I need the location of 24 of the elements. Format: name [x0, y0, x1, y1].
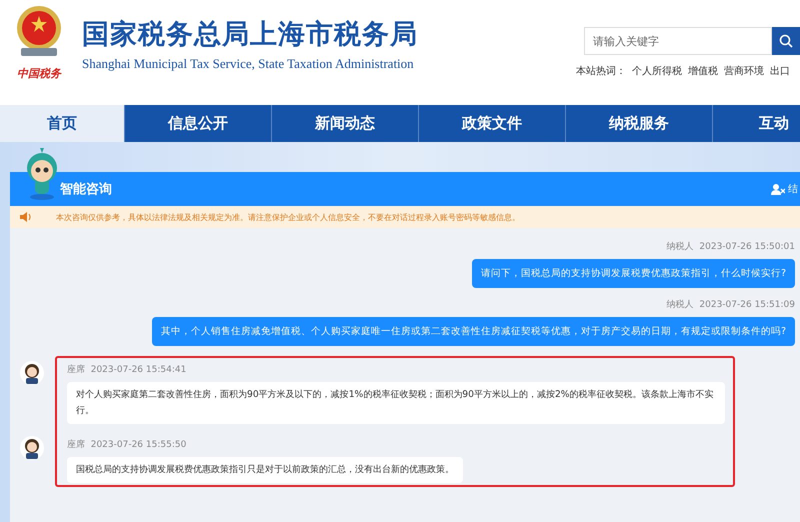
- search-button[interactable]: [772, 27, 800, 55]
- site-subtitle: Shanghai Municipal Tax Service, State Taxation Administration: [82, 56, 415, 72]
- nav-tab[interactable]: 首页: [0, 105, 125, 142]
- search-field[interactable]: 请输入关键字: [584, 27, 772, 55]
- hot-word-link[interactable]: 增值税: [688, 64, 718, 78]
- hot-word-link[interactable]: 出口: [770, 64, 790, 78]
- agent-message: 对个人购买家庭第二套改善性住房，面积为90平方米及以下的，减按1%的税率征收契税；面积为90平方米以上的，减按2%的税率征收契税。该条款上海市不实行。: [67, 382, 725, 424]
- notice-text: 本次咨询仅供参考，具体以法律法规及相关规定为准。请注意保护企业或个人信息安全，不要在对话过程录入账号密码等敏感信息。: [56, 212, 520, 222]
- user-remove-icon: [771, 184, 785, 194]
- hot-word-link[interactable]: 个人所得税: [632, 64, 682, 78]
- site-title: 国家税务总局上海市税务局: [82, 18, 418, 52]
- logo-text: 中国税务: [17, 66, 61, 81]
- agent-message: 国税总局的支持协调发展税费优惠政策指引只是对于以前政策的汇总，没有出台新的优惠政策。: [67, 457, 463, 483]
- message-meta: 纳税人 2023-07-26 15:51:09: [666, 298, 795, 311]
- speaker-icon: [20, 212, 32, 222]
- message-meta: 纳税人 2023-07-26 15:50:01: [666, 240, 795, 253]
- user-message: 其中，个人销售住房减免增值税、个人购买家庭唯一住房或第二套改善性住房减征契税等优惠，对于房产交易的日期，有规定或限制条件的吗?: [152, 317, 795, 346]
- user-message: 请问下，国税总局的支持协调发展税费优惠政策指引，什么时候实行?: [472, 259, 795, 288]
- message-meta: 座席 2023-07-26 15:55:50: [67, 438, 186, 451]
- hot-words-label: 本站热词：: [576, 64, 626, 78]
- hot-word-link[interactable]: 营商环境: [724, 64, 764, 78]
- panel-title: 智能咨询: [60, 181, 112, 198]
- message-meta: 座席 2023-07-26 15:54:41: [67, 364, 186, 376]
- search-icon: [779, 34, 793, 48]
